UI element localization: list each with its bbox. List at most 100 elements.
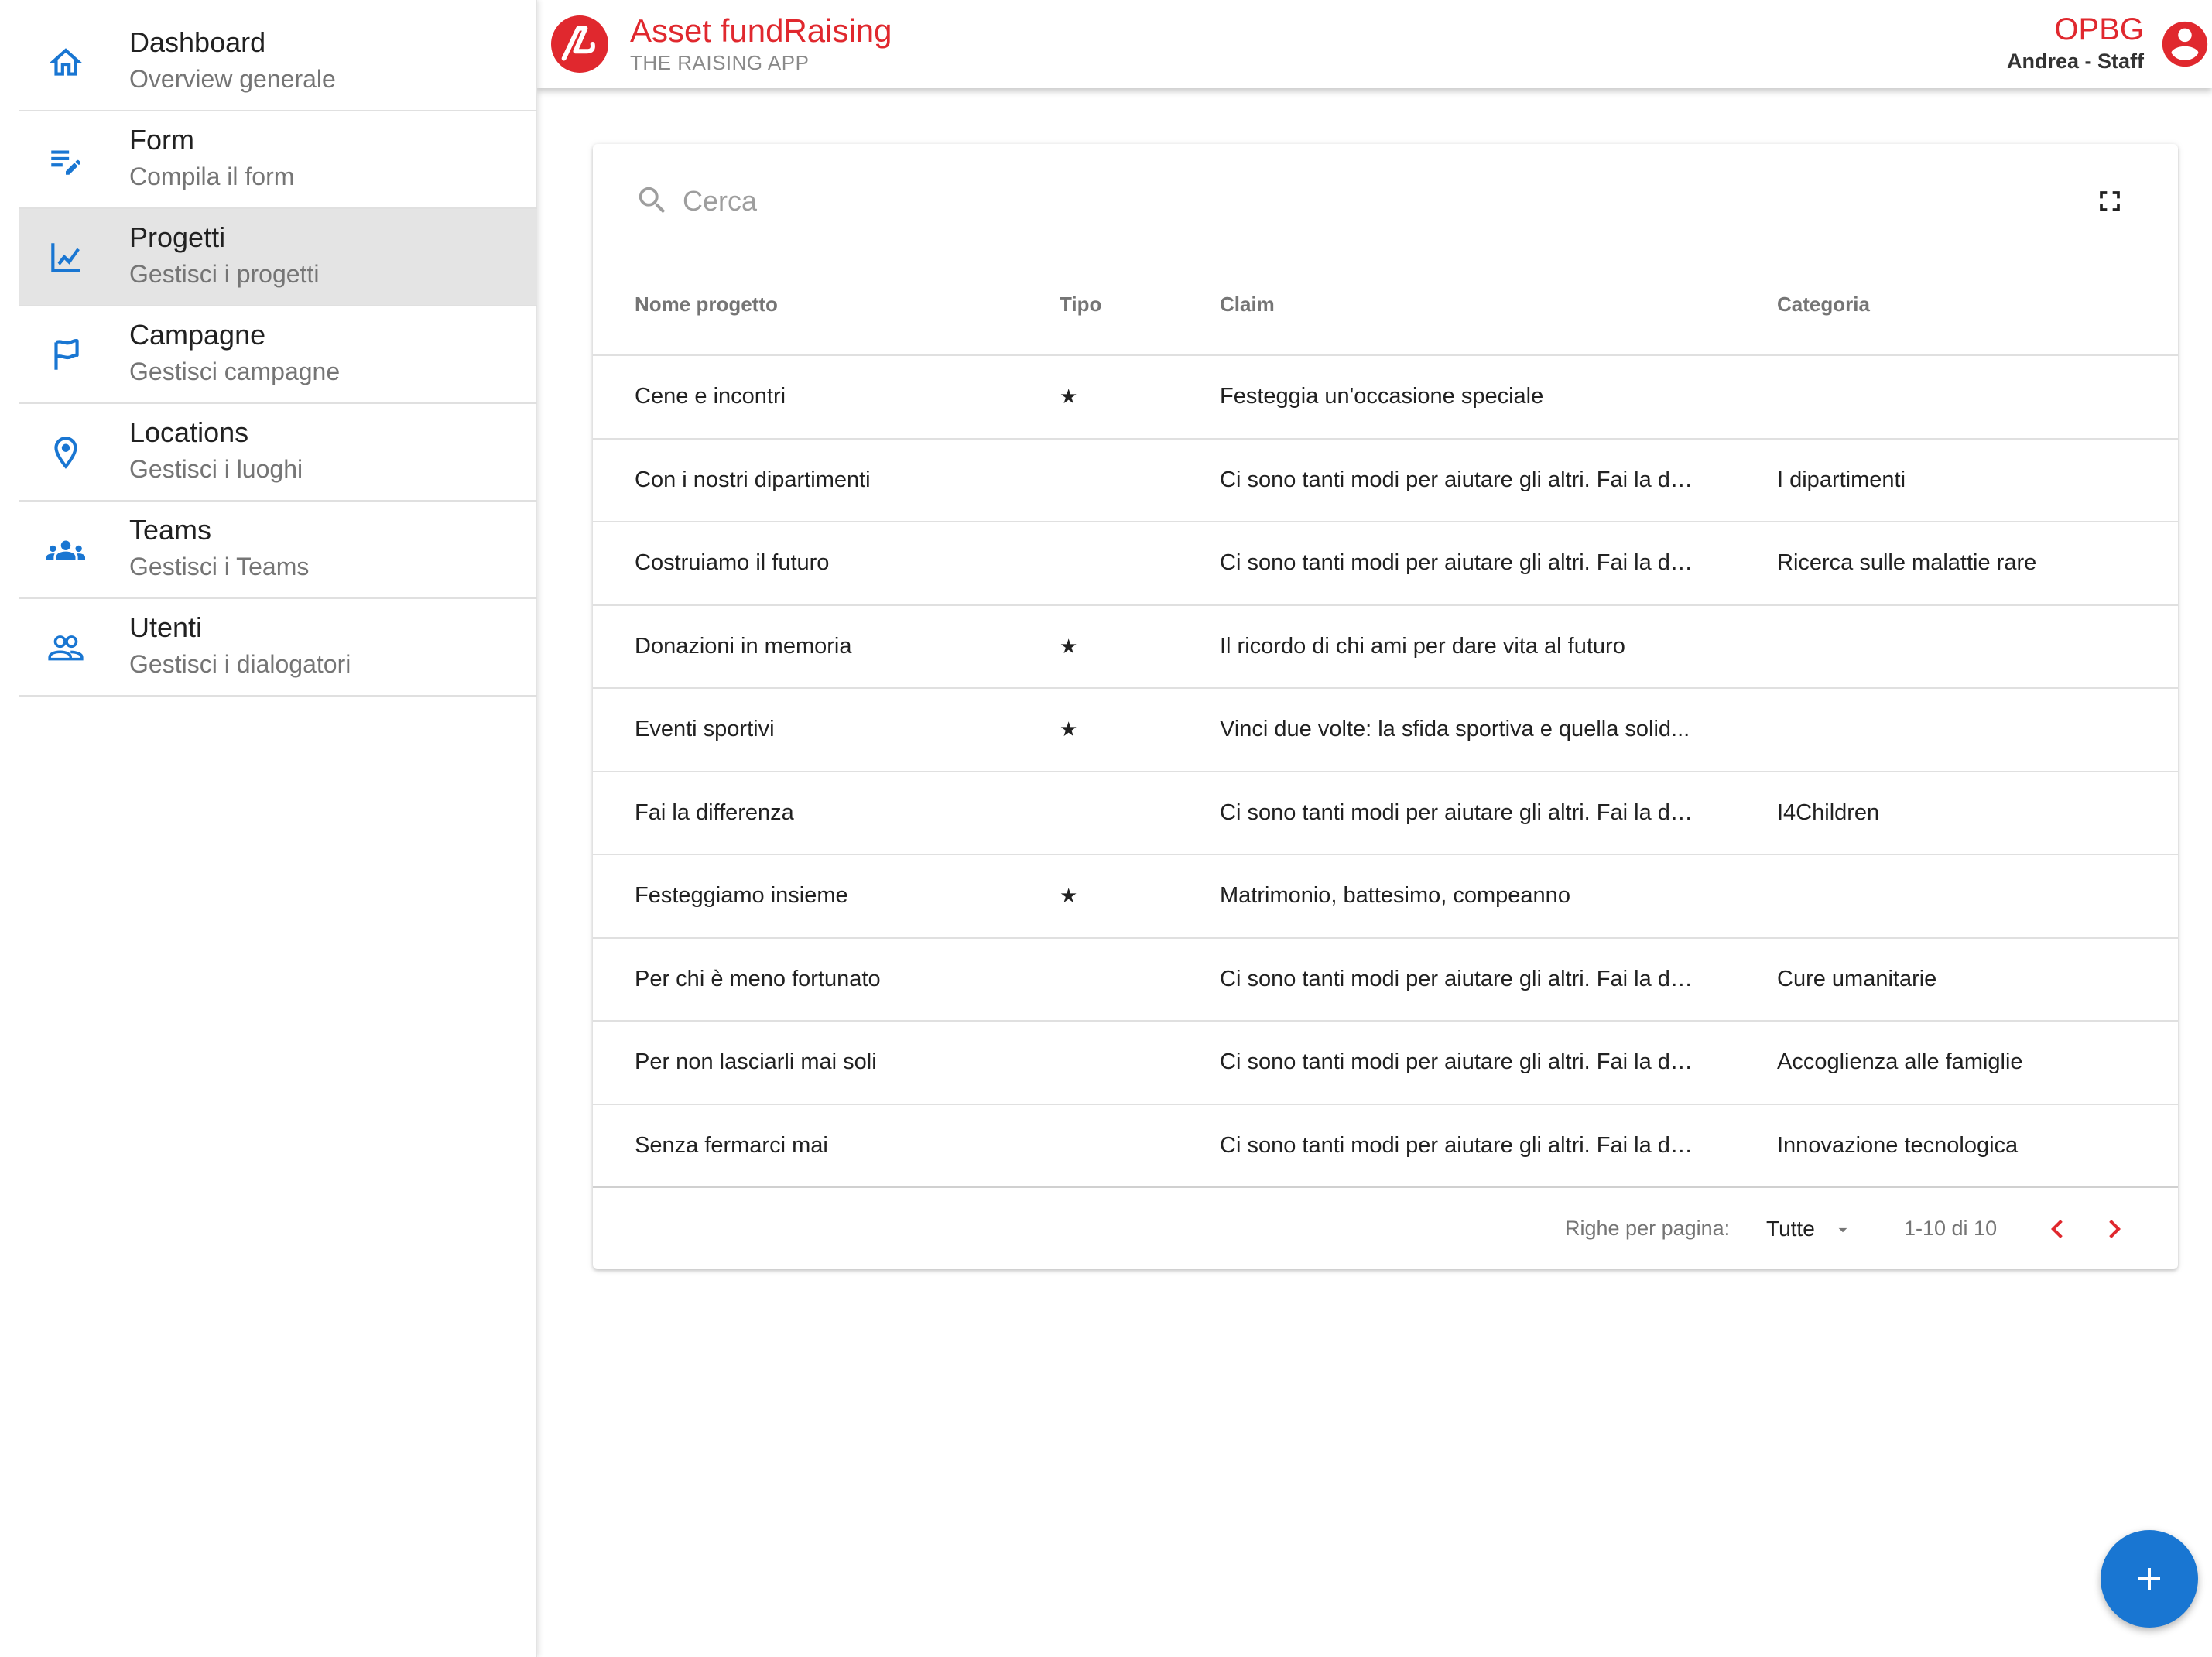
app-header: Asset fundRaising THE RAISING APP OPBG A…	[537, 0, 2212, 88]
pagination-range: 1-10 di 10	[1904, 1217, 1998, 1240]
cell-nome-progetto: Per non lasciarli mai soli	[635, 1049, 877, 1074]
sidebar-item-form[interactable]: Form Compila il form	[19, 111, 537, 209]
cell-claim: Vinci due volte: la sfida sportiva e que…	[1220, 717, 1690, 741]
sidebar-item-subtitle: Gestisci i luoghi	[129, 455, 303, 483]
fullscreen-icon[interactable]	[2093, 184, 2127, 218]
add-project-button[interactable]	[2101, 1530, 2198, 1628]
sidebar-item-title: Dashboard	[129, 26, 266, 58]
cell-nome-progetto: Fai la differenza	[635, 799, 794, 825]
cell-tipo	[1060, 772, 1106, 854]
cell-claim: Festeggia un'occasione speciale	[1220, 384, 1544, 409]
table-row[interactable]: Donazioni in memoria ★ Il ricordo di chi…	[593, 606, 2178, 689]
sidebar-item-teams[interactable]: Teams Gestisci i Teams	[19, 502, 537, 599]
user-name: Andrea - Staff	[2006, 50, 2144, 73]
table-row[interactable]: Festeggiamo insieme ★ Matrimonio, battes…	[593, 855, 2178, 939]
cell-categoria: I dipartimenti	[1777, 467, 1906, 492]
projects-table-card: Nome progetto Tipo Claim Categoria Cene …	[593, 144, 2178, 1269]
cell-categoria: Cure umanitarie	[1777, 966, 1937, 991]
cell-nome-progetto: Festeggiamo insieme	[635, 883, 848, 908]
sidebar-item-title: Locations	[129, 416, 249, 448]
cell-nome-progetto: Per chi è meno fortunato	[635, 966, 881, 991]
app-subtitle: THE RAISING APP	[630, 51, 810, 74]
cell-claim: Ci sono tanti modi per aiutare gli altri…	[1220, 966, 1693, 991]
sidebar-nav: Dashboard Overview generale Form Compila…	[19, 14, 537, 697]
cell-categoria: I4Children	[1777, 799, 1880, 825]
table-row[interactable]: Fai la differenza Ci sono tanti modi per…	[593, 772, 2178, 855]
table-row[interactable]: Per chi è meno fortunato Ci sono tanti m…	[593, 939, 2178, 1022]
sidebar-item-subtitle: Gestisci campagne	[129, 358, 341, 385]
table-row[interactable]: Per non lasciarli mai soli Ci sono tanti…	[593, 1022, 2178, 1105]
column-header-tipo[interactable]: Tipo	[1060, 293, 1101, 317]
sidebar-item-subtitle: Gestisci i Teams	[129, 553, 310, 580]
cell-nome-progetto: Donazioni in memoria	[635, 633, 852, 659]
cell-claim: Ci sono tanti modi per aiutare gli altri…	[1220, 467, 1693, 492]
sidebar-item-progetti[interactable]: Progetti Gestisci i progetti	[19, 209, 537, 306]
cell-tipo	[1060, 939, 1106, 1020]
chevron-right-icon[interactable]	[2096, 1210, 2133, 1248]
cell-tipo	[1060, 440, 1106, 521]
location-pin-icon	[46, 433, 85, 472]
sidebar-item-title: Form	[129, 124, 194, 156]
column-header-nome-progetto[interactable]: Nome progetto	[635, 293, 778, 317]
cell-claim: Ci sono tanti modi per aiutare gli altri…	[1220, 799, 1693, 825]
cell-claim: Matrimonio, battesimo, compeanno	[1220, 883, 1570, 908]
sidebar-item-dashboard[interactable]: Dashboard Overview generale	[19, 14, 537, 111]
edit-note-icon	[46, 141, 85, 180]
cell-tipo	[1060, 522, 1106, 604]
sidebar-item-title: Progetti	[129, 221, 226, 253]
cell-claim: Ci sono tanti modi per aiutare gli altri…	[1220, 550, 1693, 575]
cell-nome-progetto: Senza fermarci mai	[635, 1132, 828, 1158]
table-row[interactable]: Costruiamo il futuro Ci sono tanti modi …	[593, 522, 2178, 606]
table-row[interactable]: Con i nostri dipartimenti Ci sono tanti …	[593, 440, 2178, 522]
people-outline-icon	[46, 628, 85, 667]
sidebar-item-title: Utenti	[129, 611, 203, 643]
sidebar-item-subtitle: Compila il form	[129, 163, 295, 190]
groups-icon	[46, 531, 85, 570]
app-title: Asset fundRaising	[630, 12, 892, 49]
cell-tipo	[1060, 1022, 1106, 1103]
rows-per-page-label: Righe per pagina:	[1565, 1217, 1731, 1240]
sidebar-item-subtitle: Gestisci i progetti	[129, 260, 320, 288]
cell-nome-progetto: Eventi sportivi	[635, 717, 775, 741]
cell-categoria	[1777, 855, 2164, 936]
column-header-claim[interactable]: Claim	[1220, 293, 1275, 317]
sidebar-item-locations[interactable]: Locations Gestisci i luoghi	[19, 404, 537, 502]
cell-tipo	[1060, 1105, 1106, 1186]
cell-categoria: Ricerca sulle malattie rare	[1777, 550, 2037, 575]
chart-line-icon	[46, 238, 85, 277]
cell-categoria	[1777, 689, 2164, 770]
table-row[interactable]: Eventi sportivi ★ Vinci due volte: la sf…	[593, 689, 2178, 772]
sidebar-item-title: Campagne	[129, 319, 266, 351]
cell-nome-progetto: Con i nostri dipartimenti	[635, 467, 871, 492]
cell-nome-progetto: Costruiamo il futuro	[635, 550, 830, 575]
cell-categoria: Innovazione tecnologica	[1777, 1132, 2019, 1158]
account-circle-icon[interactable]	[2158, 17, 2212, 71]
caret-down-icon	[1833, 1220, 1853, 1240]
star-icon: ★	[1060, 717, 1078, 741]
column-header-categoria[interactable]: Categoria	[1777, 293, 1870, 317]
sidebar-item-utenti[interactable]: Utenti Gestisci i dialogatori	[19, 599, 537, 697]
cell-claim: Ci sono tanti modi per aiutare gli altri…	[1220, 1132, 1693, 1158]
search-input[interactable]	[683, 180, 1844, 223]
table-row[interactable]: Senza fermarci mai Ci sono tanti modi pe…	[593, 1105, 2178, 1188]
pagination-bar: Righe per pagina: Tutte 1-10 di 10	[593, 1190, 2178, 1269]
chevron-left-icon[interactable]	[2039, 1210, 2076, 1248]
sidebar-item-title: Teams	[129, 514, 212, 546]
organization-name: OPBG	[2054, 12, 2144, 46]
cell-categoria: Accoglienza alle famiglie	[1777, 1049, 2023, 1074]
cell-categoria	[1777, 356, 2164, 437]
rows-per-page-value: Tutte	[1766, 1217, 1815, 1241]
star-icon: ★	[1060, 385, 1078, 408]
star-icon: ★	[1060, 884, 1078, 907]
sidebar-item-campagne[interactable]: Campagne Gestisci campagne	[19, 306, 537, 404]
star-icon: ★	[1060, 634, 1078, 658]
plus-icon	[2138, 1568, 2160, 1590]
cell-nome-progetto: Cene e incontri	[635, 384, 786, 409]
sidebar-item-subtitle: Gestisci i dialogatori	[129, 650, 351, 678]
app-logo-icon	[551, 15, 608, 73]
rows-per-page-select[interactable]: Tutte	[1766, 1210, 1859, 1248]
cell-claim: Il ricordo di chi ami per dare vita al f…	[1220, 633, 1625, 659]
table-row[interactable]: Cene e incontri ★ Festeggia un'occasione…	[593, 356, 2178, 440]
search-icon	[635, 183, 670, 218]
cell-claim: Ci sono tanti modi per aiutare gli altri…	[1220, 1049, 1693, 1074]
